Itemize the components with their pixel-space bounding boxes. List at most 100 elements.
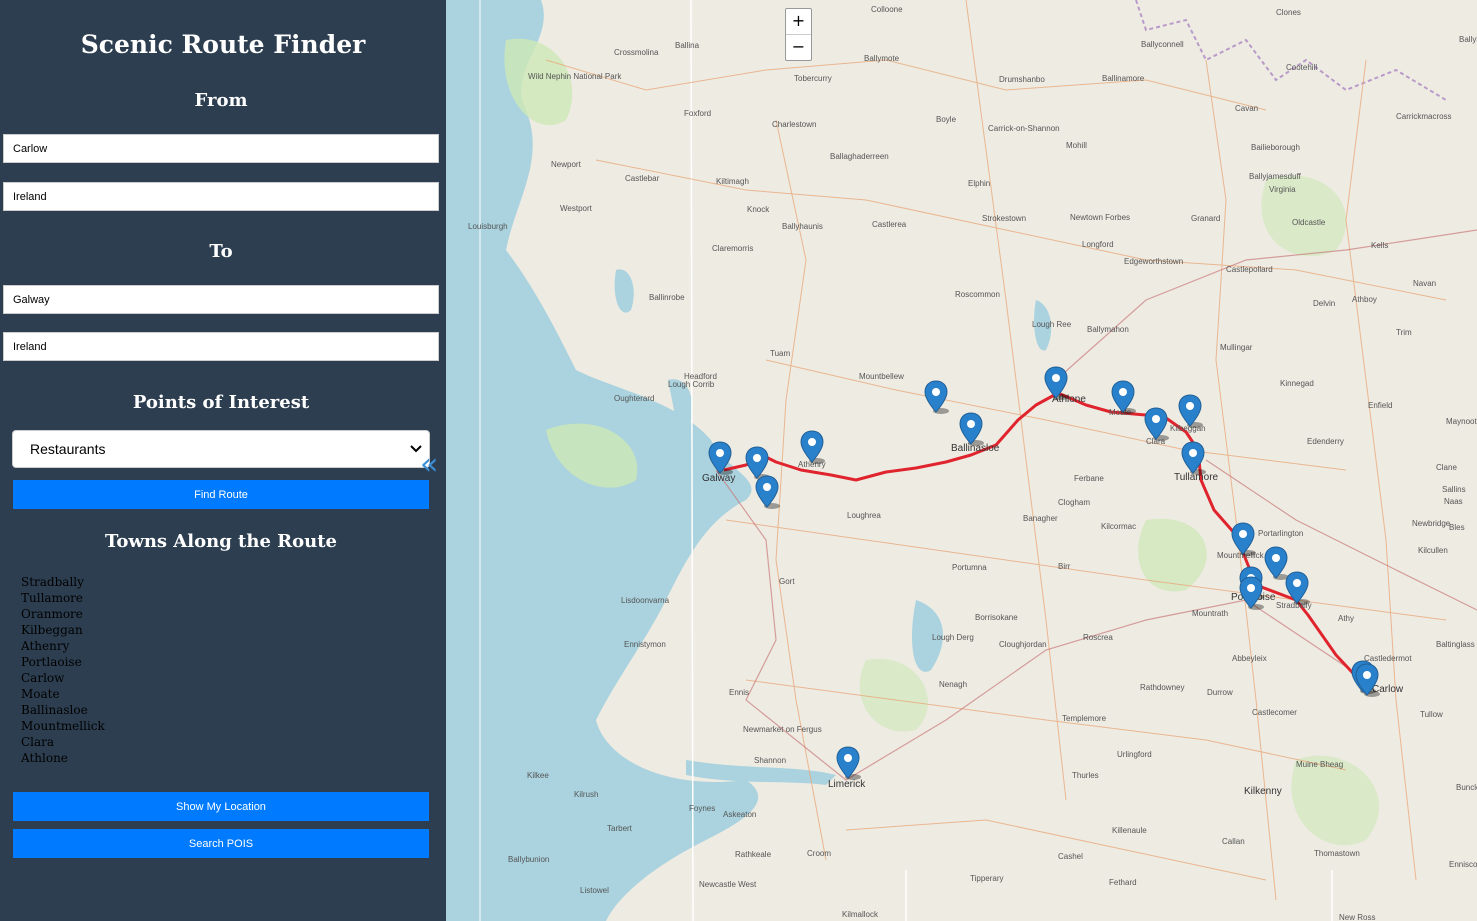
- map-place-label: Crossmolina: [614, 48, 659, 57]
- map-place-label: Portarlington: [1258, 529, 1304, 538]
- map-place-label: Navan: [1413, 279, 1437, 288]
- map-place-label: Tuam: [770, 349, 791, 358]
- map-place-label: Clane: [1436, 463, 1457, 472]
- sidebar: Scenic Route Finder From To Points of In…: [0, 0, 446, 921]
- map-place-label: Knock: [747, 205, 770, 214]
- map-place-label: Lisdoonvarna: [621, 596, 670, 605]
- map-marker-icon[interactable]: [1143, 407, 1169, 441]
- map-place-label: Templemore: [1062, 714, 1107, 723]
- map-place-label: Ennis: [729, 688, 750, 697]
- map-place-label: Carrickmacross: [1396, 112, 1452, 121]
- map-place-label: Tipperary: [970, 874, 1004, 883]
- map-marker-icon[interactable]: [1284, 571, 1310, 605]
- from-country-input[interactable]: [3, 182, 439, 211]
- find-route-button[interactable]: Find Route: [13, 480, 429, 509]
- map-marker-icon[interactable]: [1177, 394, 1203, 428]
- zoom-in-button[interactable]: +: [786, 9, 811, 34]
- map-place-label: Ballymahon: [1087, 325, 1129, 334]
- map-marker-icon[interactable]: [1238, 576, 1264, 610]
- map-place-label: Ballaghaderreen: [830, 152, 889, 161]
- map-marker-icon[interactable]: [835, 746, 861, 780]
- show-location-button[interactable]: Show My Location: [13, 792, 429, 821]
- map-place-label: Lough Corrib: [668, 380, 715, 389]
- map-place-label: Kilrush: [574, 790, 599, 799]
- map-marker-icon[interactable]: [1180, 441, 1206, 475]
- poi-selected-value: Restaurants: [30, 441, 106, 457]
- map-place-label: Baltinglass: [1436, 640, 1475, 649]
- collapse-sidebar-icon[interactable]: «: [420, 450, 438, 480]
- map-place-label: Croom: [807, 849, 832, 858]
- towns-list: Stradbally Tullamore Oranmore Kilbeggan Athe…: [21, 574, 105, 766]
- map-place-label: Ballymote: [864, 54, 900, 63]
- map-place-label: Borrisokane: [975, 613, 1018, 622]
- town-item: Clara: [21, 735, 55, 749]
- map-place-label: Ennistymon: [624, 640, 666, 649]
- map-place-label: Gort: [779, 577, 795, 586]
- map-place-label: Askeaton: [723, 810, 757, 819]
- map-place-label: Newtown Forbes: [1070, 213, 1131, 222]
- map-place-label: Loughrea: [847, 511, 881, 520]
- to-country-input[interactable]: [3, 332, 439, 361]
- map-marker-icon[interactable]: [707, 441, 733, 475]
- map-place-label: Thurles: [1072, 771, 1099, 780]
- poi-category-select[interactable]: Restaurants: [12, 430, 430, 468]
- map-place-label: Oughterard: [614, 394, 655, 403]
- map-place-label: Abbeyleix: [1232, 654, 1267, 663]
- map-place-label: Athy: [1338, 614, 1355, 623]
- map-place-label: Colloone: [871, 5, 903, 14]
- search-pois-button[interactable]: Search POIS: [13, 829, 429, 858]
- map-place-label: Ballinrobe: [649, 293, 685, 302]
- map-place-label: Killenaule: [1112, 826, 1147, 835]
- map-place-label: Banagher: [1023, 514, 1058, 523]
- map-place-label: Newport: [551, 160, 581, 169]
- map-place-label: Shannon: [754, 756, 787, 765]
- map-marker-icon[interactable]: [1043, 366, 1069, 400]
- map-place-label: Castlebar: [625, 174, 660, 183]
- map-marker-icon[interactable]: [1230, 522, 1256, 556]
- map-place-label: Roscrea: [1083, 633, 1113, 642]
- map-place-label: Newbridge: [1412, 519, 1451, 528]
- map-place-label: Carrick-on-Shannon: [988, 124, 1060, 133]
- map-place-label: Elphin: [968, 179, 991, 188]
- map-place-label: Ferbane: [1074, 474, 1104, 483]
- map-place-label: Muine Bheag: [1296, 760, 1344, 769]
- map-place-label: Virginia: [1269, 185, 1296, 194]
- map-place-label: Tobercurry: [794, 74, 832, 83]
- map-place-label: Mountbellew: [859, 372, 904, 381]
- town-item: Oranmore: [21, 607, 83, 621]
- map-place-label: Athboy: [1352, 295, 1377, 304]
- map-place-label: Lough Ree: [1032, 320, 1072, 329]
- map-place-label: Bles: [1449, 523, 1465, 532]
- map-place-label: Fethard: [1109, 878, 1137, 887]
- zoom-out-button[interactable]: −: [786, 34, 811, 60]
- map-marker-icon[interactable]: [1110, 380, 1136, 414]
- map-place-label: Mullingar: [1220, 343, 1253, 352]
- map-place-label: Boyle: [936, 115, 957, 124]
- app-title: Scenic Route Finder: [80, 30, 366, 59]
- map-place-label: Nenagh: [939, 680, 968, 689]
- map-place-label: Charlestown: [772, 120, 817, 129]
- map-place-label: Kilcullen: [1418, 546, 1448, 555]
- map-place-label: Kilmallock: [842, 910, 879, 919]
- map-place-label: Foynes: [689, 804, 716, 813]
- map-marker-icon[interactable]: [754, 475, 780, 509]
- town-item: Athlone: [21, 751, 68, 765]
- map[interactable]: CollooneClonesBallybayCastleblayneyCross…: [446, 0, 1477, 921]
- map-marker-icon[interactable]: [799, 430, 825, 464]
- from-city-input[interactable]: [3, 134, 439, 163]
- map-marker-icon[interactable]: [1354, 663, 1380, 697]
- map-marker-icon[interactable]: [923, 380, 949, 414]
- town-item: Mountmellick: [21, 719, 105, 733]
- map-place-label: Rathkeale: [735, 850, 772, 859]
- map-place-label: Longford: [1082, 240, 1114, 249]
- map-place-label: Kilkee: [527, 771, 549, 780]
- map-place-label: Roscommon: [955, 290, 1000, 299]
- map-place-label: Drumshanbo: [999, 75, 1045, 84]
- map-place-label: Granard: [1191, 214, 1221, 223]
- map-place-label: Clogham: [1058, 498, 1091, 507]
- map-marker-icon[interactable]: [958, 412, 984, 446]
- map-place-label: Portumna: [952, 563, 987, 572]
- map-place-label: Bunclody: [1456, 783, 1477, 792]
- to-city-input[interactable]: [3, 285, 439, 314]
- town-item: Tullamore: [21, 591, 84, 605]
